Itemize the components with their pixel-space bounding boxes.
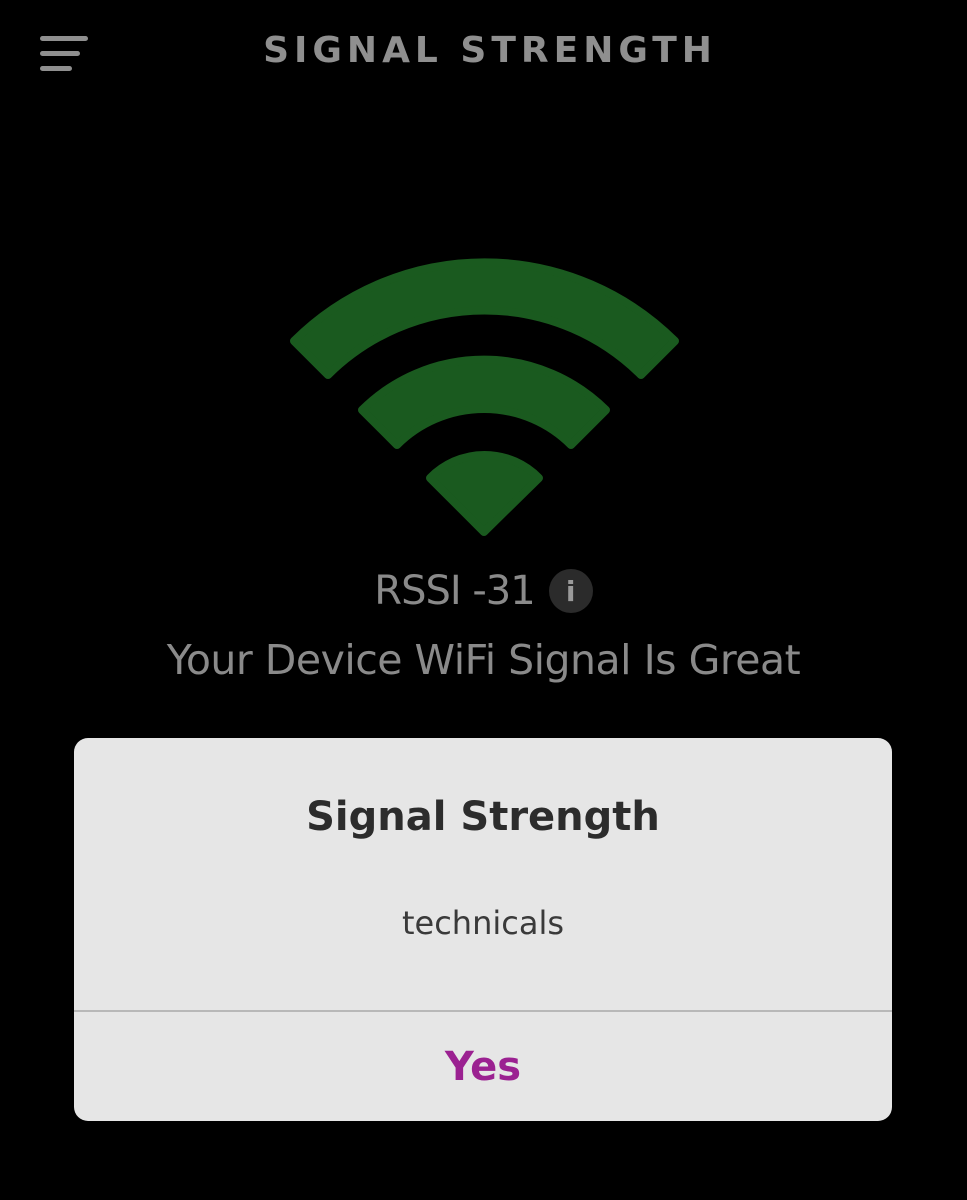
wifi-inner-wedge [426, 451, 543, 536]
dialog-title: Signal Strength [306, 794, 660, 840]
wifi-middle-arc [358, 355, 610, 449]
signal-status-text: Your Device WiFi Signal Is Great [166, 636, 801, 684]
wifi-icon [290, 258, 679, 536]
rssi-value: RSSI -31 [374, 568, 535, 614]
info-icon[interactable]: i [548, 569, 593, 613]
dialog-message: technicals [401, 904, 565, 942]
signal-strength-dialog: Signal Strength technicals Yes [74, 738, 892, 1121]
rssi-row: RSSI -31 i [0, 565, 967, 617]
yes-button[interactable]: Yes [74, 1012, 892, 1121]
